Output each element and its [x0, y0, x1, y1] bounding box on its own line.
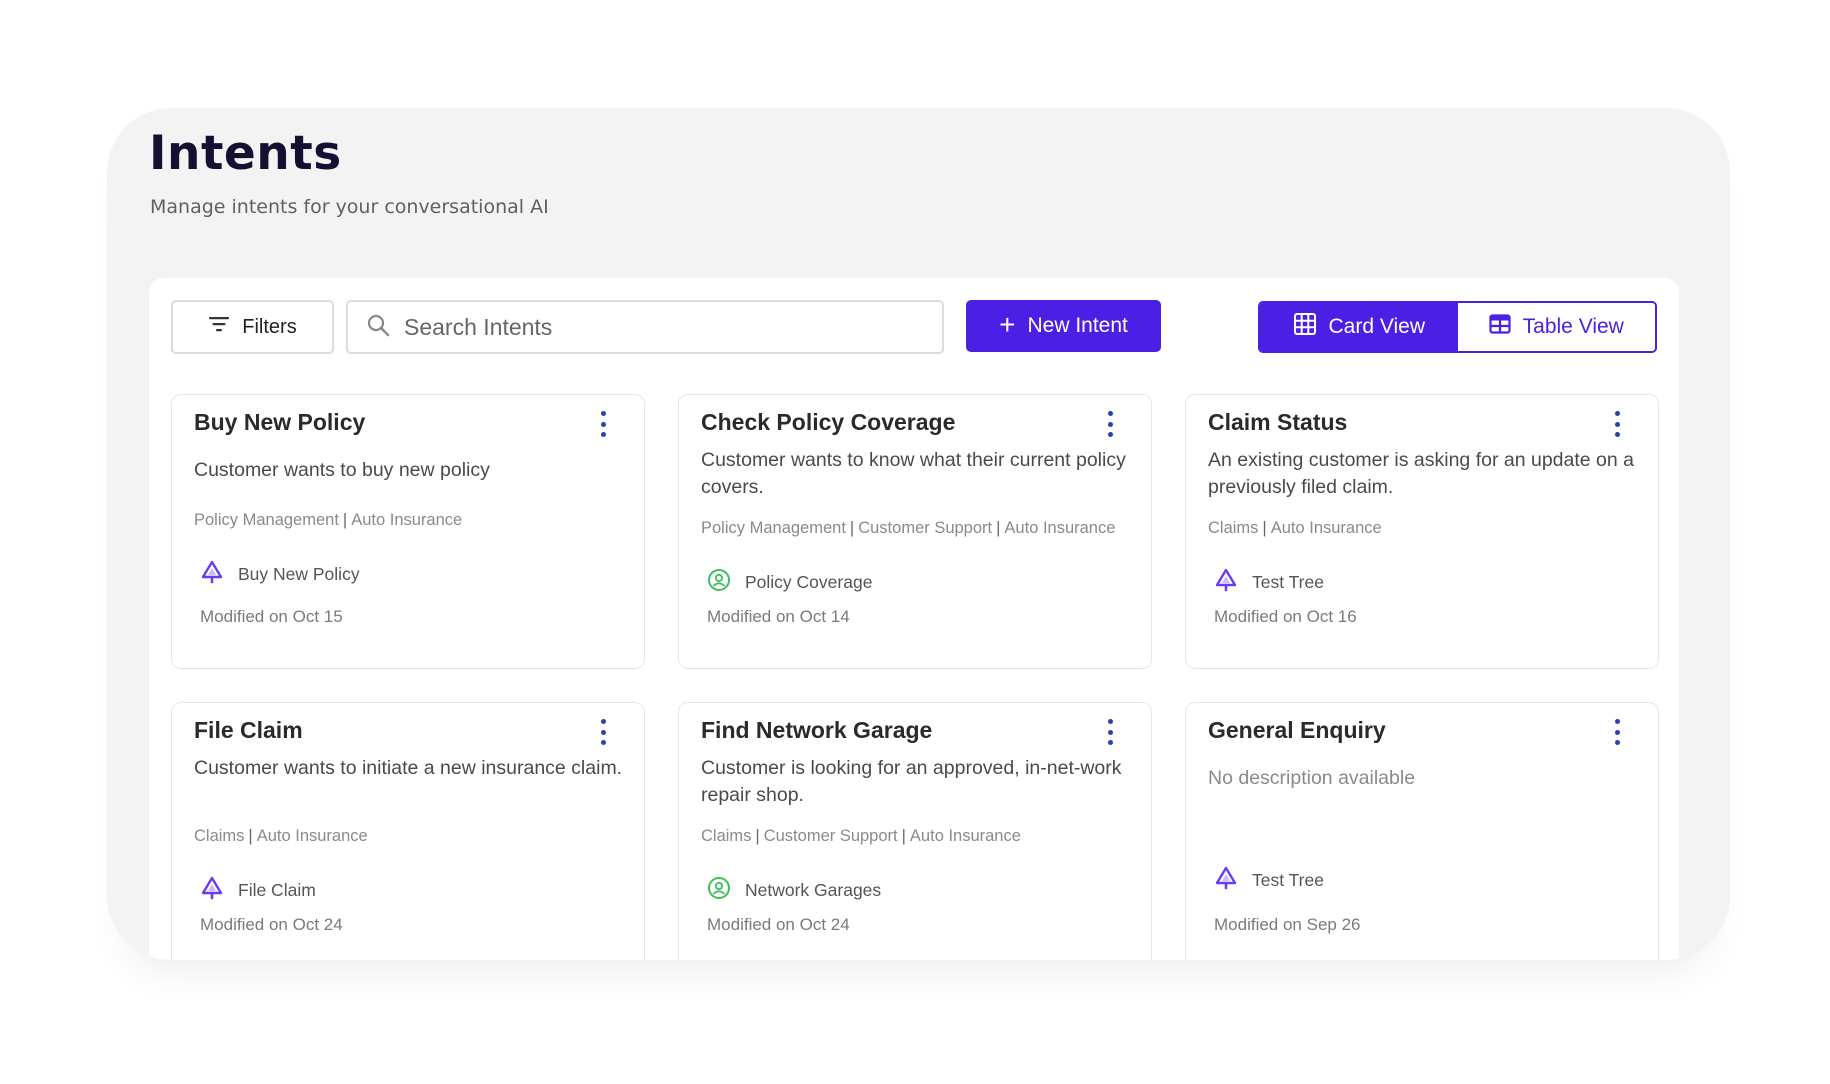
tree-icon — [200, 560, 224, 589]
intents-page: Intents Manage intents for your conversa… — [107, 108, 1730, 960]
more-options-icon[interactable] — [1105, 411, 1115, 437]
intent-title: Check Policy Coverage — [701, 409, 956, 435]
flow-name: Test Tree — [1252, 572, 1324, 592]
intent-flow[interactable]: Test Tree — [1214, 866, 1324, 895]
intent-description: An existing customer is asking for an up… — [1208, 449, 1634, 498]
intent-tags: Claims | Customer Support | Auto Insurance — [701, 827, 1021, 846]
intent-title: Buy New Policy — [194, 409, 366, 435]
more-options-icon[interactable] — [1105, 719, 1115, 745]
filters-label: Filters — [242, 315, 297, 338]
intent-title: Claim Status — [1208, 409, 1348, 435]
table-icon — [1489, 314, 1511, 340]
intent-description: Customer wants to buy new policy — [194, 459, 490, 481]
support-agent-icon — [707, 568, 731, 597]
tag-label: Auto Insurance — [909, 827, 1021, 845]
modified-date: Modified on Oct 24 — [707, 915, 850, 934]
tag-separator: | — [996, 519, 1001, 537]
more-options-icon[interactable] — [598, 411, 608, 437]
intent-card[interactable]: File Claim Customer wants to initiate a … — [171, 702, 645, 960]
intent-tags: Policy Management | Auto Insurance — [194, 511, 462, 530]
intent-tags: Policy Management | Customer Support | Auto … — [701, 519, 1115, 538]
intent-description: Customer is looking for an approved, in-… — [701, 757, 1122, 806]
flow-name: File Claim — [238, 880, 316, 900]
intent-tags: Claims | Auto Insurance — [1208, 519, 1382, 538]
tag-label: Claims — [194, 827, 245, 845]
new-intent-button[interactable]: + New Intent — [966, 300, 1161, 352]
tag-label: Auto Insurance — [1004, 519, 1116, 537]
plus-icon: + — [999, 309, 1016, 340]
view-toggle: Card View Table View — [1258, 301, 1657, 353]
toolbar: Filters + New Intent — [149, 278, 1679, 388]
flow-name: Network Garages — [745, 880, 882, 900]
intent-flow[interactable]: Network Garages — [707, 876, 881, 905]
card-view-button[interactable]: Card View — [1260, 303, 1458, 351]
search-icon — [366, 313, 390, 342]
modified-date: Modified on Oct 15 — [200, 607, 343, 626]
intent-description: Customer wants to initiate a new insuran… — [194, 757, 623, 779]
modified-date: Modified on Sep 26 — [1214, 915, 1361, 934]
tree-icon — [1214, 866, 1238, 895]
intent-flow[interactable]: Buy New Policy — [200, 560, 360, 589]
intent-title: General Enquiry — [1208, 717, 1386, 743]
tag-label: Policy Management — [701, 519, 846, 537]
search-box[interactable] — [346, 300, 944, 354]
tag-separator: | — [755, 827, 760, 845]
filter-icon — [208, 315, 230, 339]
modified-date: Modified on Oct 14 — [707, 607, 850, 626]
tag-label: Claims — [1208, 519, 1259, 537]
new-intent-label: New Intent — [1027, 314, 1128, 337]
more-options-icon[interactable] — [1612, 719, 1622, 745]
page-subtitle: Manage intents for your conversational A… — [150, 196, 549, 218]
tag-separator: | — [342, 511, 348, 529]
intent-tags: Claims | Auto Insurance — [194, 827, 368, 846]
modified-date: Modified on Oct 24 — [200, 915, 343, 934]
filters-button[interactable]: Filters — [171, 300, 334, 354]
grid-icon — [1293, 312, 1317, 342]
tag-separator: | — [901, 827, 906, 845]
intents-content: Filters + New Intent — [149, 278, 1679, 960]
flow-name: Buy New Policy — [238, 564, 360, 584]
more-options-icon[interactable] — [1612, 411, 1622, 437]
intent-card[interactable]: Find Network Garage Customer is looking … — [678, 702, 1152, 960]
intent-title: File Claim — [194, 717, 303, 743]
search-input[interactable] — [402, 312, 886, 342]
tag-separator: | — [248, 827, 253, 845]
intent-flow[interactable]: Policy Coverage — [707, 568, 872, 597]
more-options-icon[interactable] — [598, 719, 608, 745]
page-title: Intents — [149, 126, 342, 181]
intent-flow[interactable]: Test Tree — [1214, 568, 1324, 597]
intent-title: Find Network Garage — [701, 717, 933, 743]
modified-date: Modified on Oct 16 — [1214, 607, 1357, 626]
table-view-button[interactable]: Table View — [1457, 303, 1655, 351]
intent-card[interactable]: Buy New Policy Customer wants to buy new… — [171, 394, 645, 669]
tag-separator: | — [849, 519, 855, 537]
intent-description: No description available — [1208, 767, 1416, 789]
support-agent-icon — [707, 876, 731, 905]
tag-label: Customer Support — [763, 827, 898, 845]
table-view-label: Table View — [1522, 315, 1624, 338]
intent-flow[interactable]: File Claim — [200, 876, 316, 905]
tag-label: Auto Insurance — [351, 511, 463, 529]
tag-label: Auto Insurance — [256, 827, 368, 845]
intent-card[interactable]: Check Policy Coverage Customer wants to … — [678, 394, 1152, 669]
intent-card[interactable]: General Enquiry No description available… — [1185, 702, 1659, 960]
tag-label: Customer Support — [858, 519, 993, 537]
tag-separator: | — [1262, 519, 1267, 537]
flow-name: Test Tree — [1252, 870, 1324, 890]
tag-label: Claims — [701, 827, 752, 845]
tag-label: Policy Management — [194, 511, 339, 529]
tree-icon — [200, 876, 224, 905]
intent-description: Customer wants to know what their curren… — [701, 449, 1126, 498]
tag-label: Auto Insurance — [1270, 519, 1382, 537]
card-view-label: Card View — [1328, 315, 1426, 338]
intent-card[interactable]: Claim Status An existing customer is ask… — [1185, 394, 1659, 669]
flow-name: Policy Coverage — [745, 572, 873, 592]
tree-icon — [1214, 568, 1238, 597]
